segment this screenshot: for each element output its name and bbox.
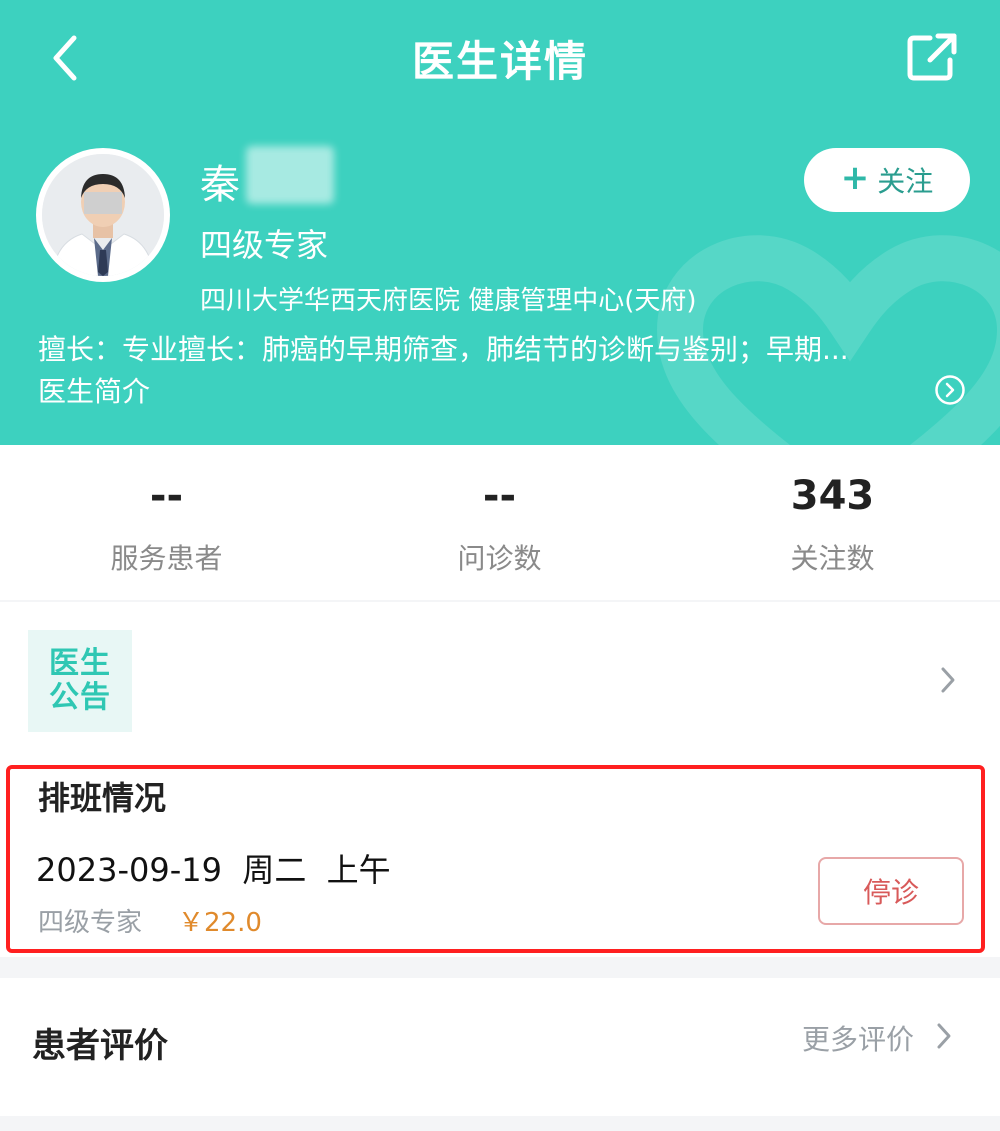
schedule-date: 2023-09-19 周二 上午 <box>36 851 391 889</box>
notice-badge-line2: 公告 <box>49 680 111 715</box>
stat-value: -- <box>482 473 517 519</box>
schedule-level: 四级专家 <box>38 908 143 938</box>
doctor-notice-row[interactable]: 医生 公告 <box>0 602 1000 757</box>
follow-button[interactable]: + 关注 <box>804 148 970 212</box>
reviews-title: 患者评价 <box>32 1026 168 1066</box>
schedule-section: 排班情况 2023-09-19 周二 上午 四级专家 ￥22.0 停诊 <box>0 757 1000 957</box>
stat-consultations: -- 问诊数 <box>333 445 666 600</box>
page-title: 医生详情 <box>411 37 588 86</box>
schedule-price: ￥22.0 <box>178 908 262 938</box>
more-reviews-link[interactable]: 更多评价 <box>802 1018 914 1058</box>
follow-label: 关注 <box>877 165 934 198</box>
chevron-right-icon[interactable] <box>934 1020 954 1052</box>
stat-served-patients: -- 服务患者 <box>0 445 333 600</box>
chevron-circle-right-icon[interactable] <box>934 374 966 406</box>
doctor-specialty: 擅长：专业擅长：肺癌的早期筛查，肺结节的诊断与鉴别；早期... <box>38 333 849 366</box>
stat-value: -- <box>149 473 184 519</box>
chevron-right-icon[interactable] <box>938 664 958 696</box>
name-redaction <box>246 146 334 204</box>
reviews-section: 患者评价 更多评价 <box>0 978 1000 1116</box>
notice-badge: 医生 公告 <box>28 630 132 732</box>
share-icon[interactable] <box>904 30 960 84</box>
schedule-title: 排班情况 <box>38 779 167 817</box>
doctor-level: 四级专家 <box>200 226 329 264</box>
notice-badge-line1: 医生 <box>49 646 111 681</box>
stat-label: 问诊数 <box>457 542 542 575</box>
stat-followers: 343 关注数 <box>666 445 999 600</box>
stop-consultation-button[interactable]: 停诊 <box>818 857 964 925</box>
plus-icon: + <box>840 158 870 198</box>
stats-bar: -- 服务患者 -- 问诊数 343 关注数 <box>0 445 1000 600</box>
doctor-hospital: 四川大学华西天府医院 健康管理中心(天府) <box>200 286 697 316</box>
doctor-header: 医生详情 秦 四级专家 四川大学华西天府医院 健康管理中心(天府) 擅长：专业擅… <box>0 0 1000 445</box>
stat-value: 343 <box>790 473 875 519</box>
stat-label: 关注数 <box>790 542 875 575</box>
stat-label: 服务患者 <box>110 542 223 575</box>
doctor-photo <box>42 154 164 276</box>
doctor-intro-link[interactable]: 医生简介 <box>38 370 150 410</box>
doctor-name: 秦 <box>200 162 240 208</box>
avatar <box>36 148 170 282</box>
